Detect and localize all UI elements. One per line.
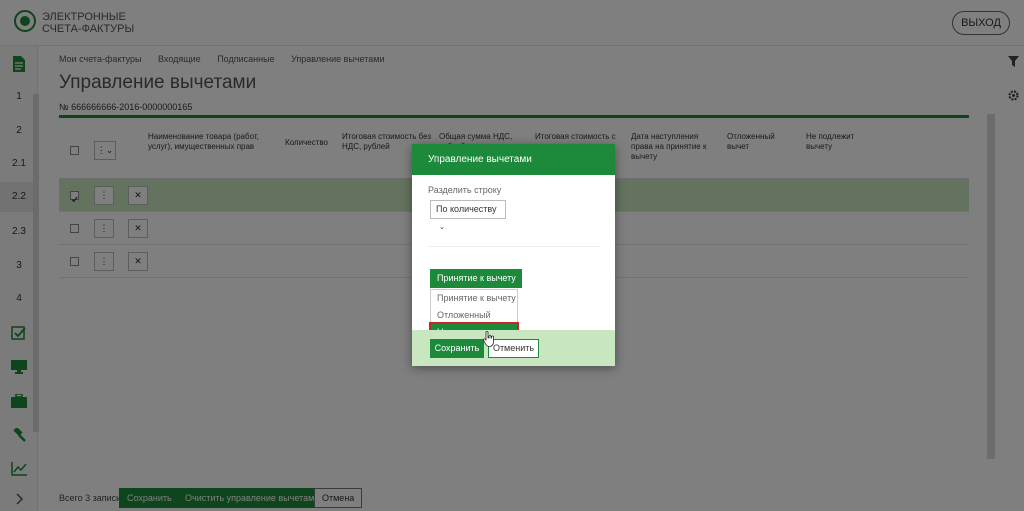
deductions-modal: Управление вычетами Разделить строку По … <box>412 144 615 366</box>
modal-divider <box>428 246 600 247</box>
chevron-down-icon: ⌄ <box>439 224 445 231</box>
modal-footer: Сохранить Отменить <box>412 330 615 366</box>
menu-item-accept-deduction[interactable]: Принятие к вычету <box>431 290 517 307</box>
split-row-select[interactable]: По количеству ⌄ <box>430 200 506 231</box>
deduction-type-dropdown[interactable]: Принятие к вычету ⌄ <box>430 269 522 302</box>
modal-title: Управление вычетами <box>412 144 615 175</box>
modal-cancel-button[interactable]: Отменить <box>488 339 539 358</box>
split-row-value: По количеству <box>436 204 497 214</box>
modal-save-button[interactable]: Сохранить <box>430 339 484 358</box>
split-row-label: Разделить строку <box>428 185 502 195</box>
hand-cursor-icon <box>483 331 494 347</box>
deduction-type-value: Принятие к вычету <box>437 273 516 283</box>
menu-item-deferred-deduction[interactable]: Отложенный вычет <box>431 307 517 337</box>
